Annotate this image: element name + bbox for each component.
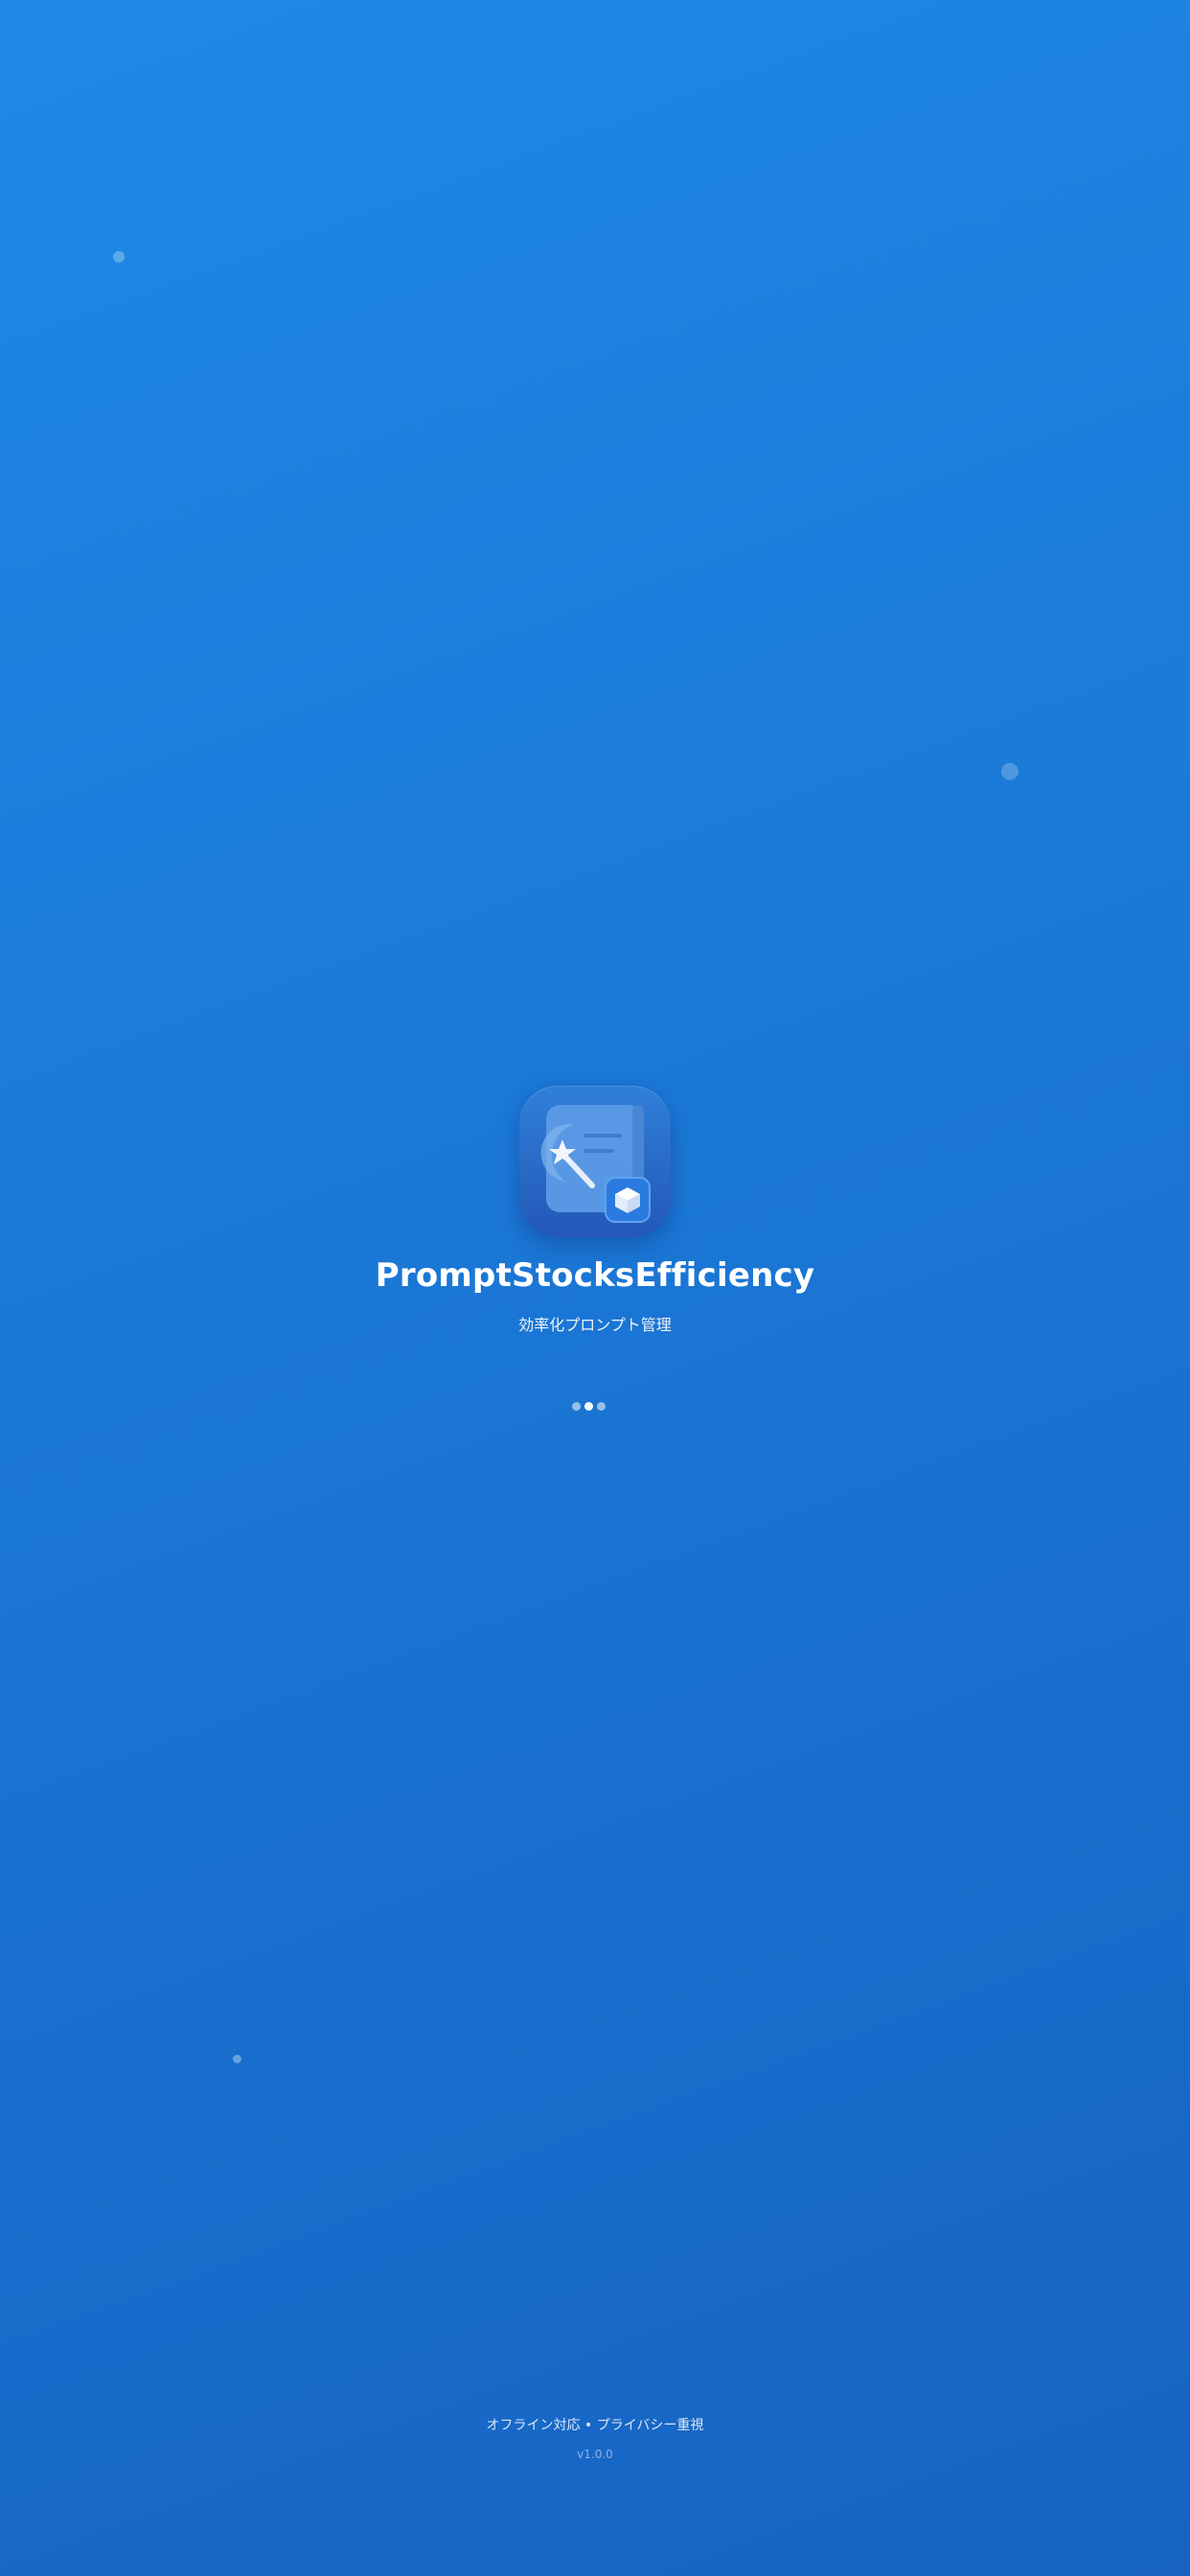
decorative-particle bbox=[1001, 763, 1018, 780]
decorative-particle bbox=[113, 251, 125, 263]
app-logo-icon bbox=[519, 1086, 671, 1237]
loading-dot bbox=[571, 1402, 581, 1411]
loading-indicator bbox=[571, 1402, 606, 1411]
app-title: PromptStocksEfficiency bbox=[375, 1256, 815, 1295]
loading-dot bbox=[596, 1402, 606, 1411]
loading-dot bbox=[584, 1402, 593, 1411]
decorative-particle bbox=[233, 2055, 241, 2063]
splash-content: PromptStocksEfficiency 効率化プロンプト管理 bbox=[0, 1086, 1190, 1411]
app-subtitle: 効率化プロンプト管理 bbox=[518, 1316, 672, 1334]
version-label: v1.0.0 bbox=[577, 2448, 613, 2461]
footer-tagline: オフライン対応 • プライバシー重視 bbox=[486, 2418, 704, 2433]
footer: オフライン対応 • プライバシー重視 v1.0.0 bbox=[0, 2415, 1190, 2461]
